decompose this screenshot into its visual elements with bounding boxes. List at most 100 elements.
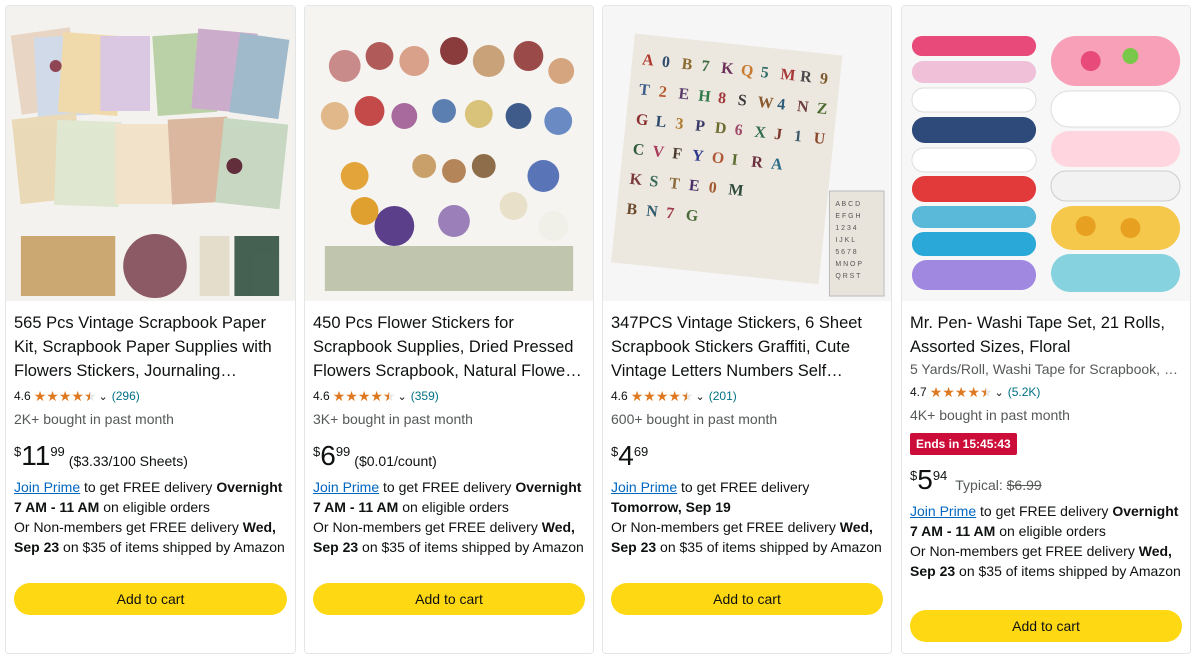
price[interactable]: $ 6 99 ($0.01/count) [313, 441, 585, 471]
price-currency: $ [14, 444, 22, 459]
join-prime-link[interactable]: Join Prime [313, 479, 379, 495]
svg-text:A: A [641, 51, 655, 69]
add-to-cart-button[interactable]: Add to cart [14, 583, 287, 615]
price-currency: $ [313, 444, 321, 459]
delivery-prime: Join Prime to get FREE delivery Overnigh… [14, 477, 287, 517]
delivery-text: Or Non-members get FREE delivery [313, 519, 542, 535]
delivery-prime: Join Prime to get FREE delivery Overnigh… [910, 501, 1182, 541]
bought-count: 600+ bought in past month [611, 411, 778, 427]
svg-text:N: N [645, 203, 659, 221]
delivery-nonmember: Or Non-members get FREE delivery Wed, Se… [313, 517, 585, 557]
delivery-text: Or Non-members get FREE delivery [14, 519, 243, 535]
svg-text:W: W [757, 94, 775, 113]
svg-text:G: G [635, 111, 649, 129]
price-whole: 4 [618, 440, 634, 471]
join-prime-link[interactable]: Join Prime [910, 503, 976, 519]
delivery-text: on $35 of items shipped by Amazon [358, 539, 584, 555]
svg-text:H: H [697, 88, 712, 106]
svg-text:B: B [626, 201, 639, 219]
price-currency: $ [611, 444, 619, 459]
svg-text:P: P [694, 117, 706, 135]
svg-text:E F G H: E F G H [835, 213, 860, 220]
flower-stickers-image[interactable] [305, 6, 593, 301]
add-to-cart-button[interactable]: Add to cart [910, 610, 1182, 642]
chevron-down-icon[interactable]: ⌄ [995, 386, 1004, 399]
add-to-cart-button[interactable]: Add to cart [313, 583, 585, 615]
svg-text:D: D [714, 119, 727, 137]
price[interactable]: $ 11 99 ($3.33/100 Sheets) [14, 441, 287, 471]
delivery-prime: Join Prime to get FREE delivery Overnigh… [313, 477, 585, 517]
delivery-text: on eligible orders [99, 499, 210, 515]
rating-value: 4.6 [313, 389, 330, 403]
rating-row[interactable]: 4.6 ★★★★★ ⌄ (201) [611, 387, 883, 405]
product-title[interactable]: 347PCS Vintage Stickers, 6 Sheet Scrapbo… [611, 311, 883, 383]
delivery-nonmember: Or Non-members get FREE delivery Wed, Se… [14, 517, 287, 557]
product-title[interactable]: 450 Pcs Flower Stickers for Scrapbook Su… [313, 311, 585, 383]
svg-text:F: F [671, 145, 682, 163]
unit-price: ($3.33/100 Sheets) [68, 453, 188, 469]
svg-text:Z: Z [816, 100, 828, 118]
review-count-link[interactable]: (5.2K) [1008, 385, 1041, 399]
star-rating-icon[interactable]: ★ ★ ★ ★ ★ [333, 389, 396, 403]
svg-text:1 2 3 4: 1 2 3 4 [835, 225, 856, 232]
review-count-link[interactable]: (296) [112, 389, 140, 403]
washi-tape-image[interactable] [902, 6, 1190, 301]
delivery-nonmember: Or Non-members get FREE delivery Wed, Se… [910, 541, 1182, 581]
product-card[interactable]: A0 B7 KQ 5M R9 T2 EH 8S W4 NZ GL 3P D6 X… [602, 5, 892, 654]
product-card[interactable]: 565 Pcs Vintage Scrapbook Paper Kit, Scr… [5, 5, 296, 654]
delivery-text: on eligible orders [398, 499, 509, 515]
svg-text:R: R [750, 153, 764, 171]
star-rating-icon[interactable]: ★ ★ ★ ★ ★ [930, 385, 993, 399]
price-fraction: 69 [633, 444, 649, 459]
delivery-text: to get FREE delivery [976, 503, 1113, 519]
chevron-down-icon[interactable]: ⌄ [696, 390, 705, 403]
letter-stickers-image[interactable]: A0 B7 KQ 5M R9 T2 EH 8S W4 NZ GL 3P D6 X… [603, 6, 891, 301]
product-title[interactable]: Mr. Pen- Washi Tape Set, 21 Rolls, Assor… [910, 311, 1182, 359]
delivery-date: Tomorrow, Sep 19 [611, 499, 731, 515]
delivery-text: on $35 of items shipped by Amazon [59, 539, 285, 555]
delivery-nonmember: Or Non-members get FREE delivery Wed, Se… [611, 517, 883, 557]
svg-text:O: O [711, 149, 725, 167]
star-rating-icon[interactable]: ★ ★ ★ ★ ★ [34, 389, 97, 403]
deal-badge: Ends in 15:45:43 [910, 433, 1017, 455]
price-fraction: 99 [50, 444, 65, 459]
price-fraction: 94 [932, 468, 948, 483]
svg-text:T: T [668, 175, 681, 193]
price[interactable]: $ 5 94 Typical: $6.99 [910, 465, 1182, 495]
join-prime-link[interactable]: Join Prime [14, 479, 80, 495]
product-title[interactable]: 565 Pcs Vintage Scrapbook Paper Kit, Scr… [14, 311, 287, 383]
svg-text:Q: Q [740, 62, 754, 80]
delivery-text: on eligible orders [995, 523, 1106, 539]
svg-text:C: C [632, 141, 645, 159]
svg-text:Y: Y [691, 147, 705, 165]
svg-text:N: N [796, 98, 810, 116]
product-subtitle[interactable]: 5 Yards/Roll, Washi Tape for Scrapbook, … [910, 359, 1182, 379]
chevron-down-icon[interactable]: ⌄ [99, 390, 108, 403]
svg-text:E: E [678, 85, 690, 103]
chevron-down-icon[interactable]: ⌄ [398, 390, 407, 403]
svg-text:5 6 7 8: 5 6 7 8 [835, 249, 856, 256]
product-card[interactable]: 450 Pcs Flower Stickers for Scrapbook Su… [304, 5, 594, 654]
delivery-text: on $35 of items shipped by Amazon [656, 539, 882, 555]
svg-text:E: E [688, 177, 700, 195]
rating-row[interactable]: 4.6 ★★★★★ ⌄ (296) [14, 387, 287, 405]
review-count-link[interactable]: (359) [411, 389, 439, 403]
price-whole: 5 [917, 464, 933, 495]
svg-text:X: X [754, 124, 768, 142]
rating-row[interactable]: 4.7 ★★★★★ ⌄ (5.2K) [910, 383, 1182, 401]
scrapbook-paper-kit-image[interactable] [6, 6, 295, 301]
svg-text:B: B [681, 56, 694, 74]
bought-count: 3K+ bought in past month [313, 411, 473, 427]
rating-value: 4.6 [14, 389, 31, 403]
svg-text:G: G [685, 207, 699, 225]
price[interactable]: $ 4 69 [611, 441, 883, 471]
svg-text:R: R [799, 68, 813, 86]
join-prime-link[interactable]: Join Prime [611, 479, 677, 495]
product-card[interactable]: Mr. Pen- Washi Tape Set, 21 Rolls, Assor… [901, 5, 1191, 654]
rating-row[interactable]: 4.6 ★★★★★ ⌄ (359) [313, 387, 585, 405]
typical-price: Typical: $6.99 [955, 465, 1041, 493]
unit-price: ($0.01/count) [354, 453, 437, 469]
star-rating-icon[interactable]: ★ ★ ★ ★ ★ [631, 389, 694, 403]
add-to-cart-button[interactable]: Add to cart [611, 583, 883, 615]
review-count-link[interactable]: (201) [709, 389, 737, 403]
